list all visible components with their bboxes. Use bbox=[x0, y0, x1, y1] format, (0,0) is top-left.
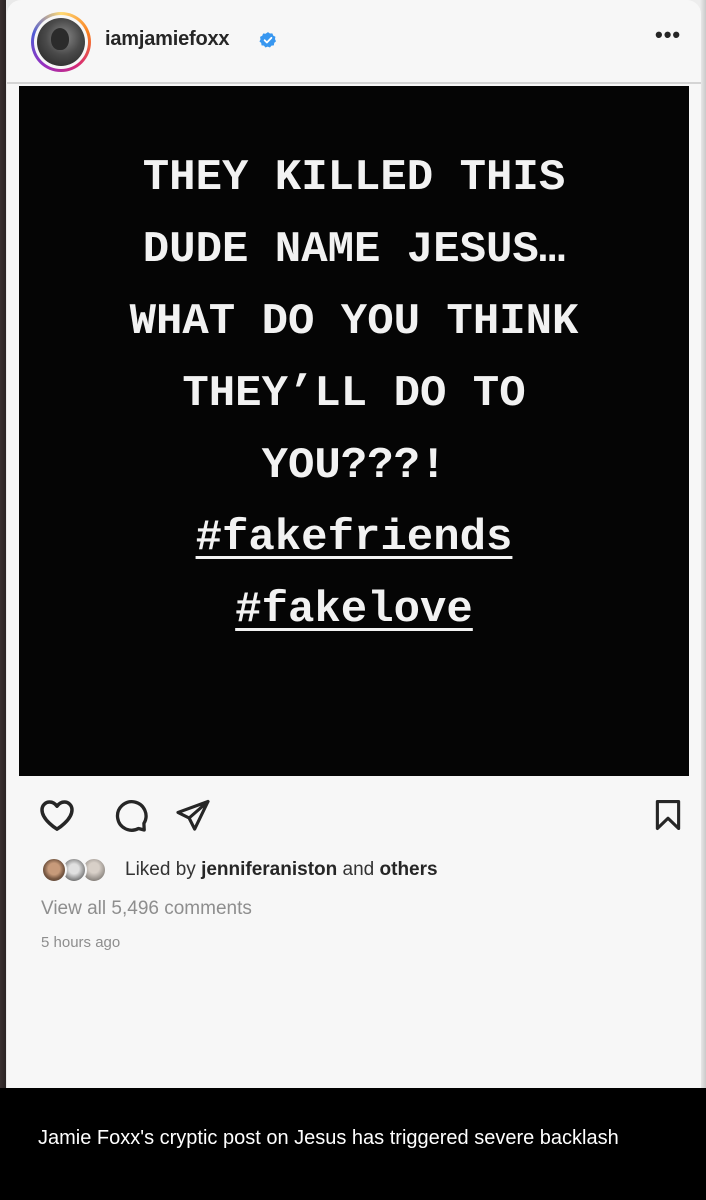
liked-avatar bbox=[41, 857, 67, 883]
post-image-text: THEY KILLED THIS DUDE NAME JESUS… WHAT D… bbox=[19, 142, 689, 646]
post-actions-bar bbox=[7, 795, 701, 839]
avatar-image bbox=[37, 18, 85, 66]
username-link[interactable]: iamjamiefoxx bbox=[105, 28, 230, 51]
liked-by-text: Liked by jenniferaniston and others bbox=[125, 859, 438, 880]
profile-avatar[interactable] bbox=[31, 12, 91, 72]
liked-by-avatars bbox=[41, 856, 121, 884]
screenshot-frame: iamjamiefoxx ••• THEY KILLED THIS DUDE N… bbox=[0, 0, 706, 1200]
post-text-line: YOU???! bbox=[261, 441, 447, 491]
hashtag-fakefriends: #fakefriends bbox=[195, 513, 513, 563]
post-timestamp: 5 hours ago bbox=[41, 934, 121, 951]
comment-icon[interactable] bbox=[113, 797, 149, 833]
liked-by-others-link[interactable]: others bbox=[380, 859, 438, 880]
post-image[interactable]: THEY KILLED THIS DUDE NAME JESUS… WHAT D… bbox=[19, 86, 689, 776]
verified-badge-icon bbox=[259, 32, 277, 48]
bookmark-icon[interactable] bbox=[651, 797, 685, 833]
view-comments-link[interactable]: View all 5,496 comments bbox=[41, 898, 252, 920]
instagram-post-card: iamjamiefoxx ••• THEY KILLED THIS DUDE N… bbox=[7, 0, 701, 1090]
post-header: iamjamiefoxx ••• bbox=[7, 0, 701, 84]
post-text-line: THEY KILLED THIS bbox=[142, 153, 566, 203]
heart-icon[interactable] bbox=[37, 795, 77, 835]
post-text-line: DUDE NAME JESUS… bbox=[142, 225, 566, 275]
post-text-line: THEY’LL DO TO bbox=[182, 369, 526, 419]
liked-by-user-link[interactable]: jenniferaniston bbox=[201, 859, 337, 880]
likes-summary[interactable]: Liked by jenniferaniston and others bbox=[41, 856, 641, 886]
more-options-button[interactable]: ••• bbox=[655, 22, 681, 48]
post-text-line: WHAT DO YOU THINK bbox=[129, 297, 579, 347]
share-icon[interactable] bbox=[175, 797, 211, 833]
hashtag-fakelove: #fakelove bbox=[235, 585, 473, 635]
news-caption: Jamie Foxx's cryptic post on Jesus has t… bbox=[38, 1127, 619, 1149]
